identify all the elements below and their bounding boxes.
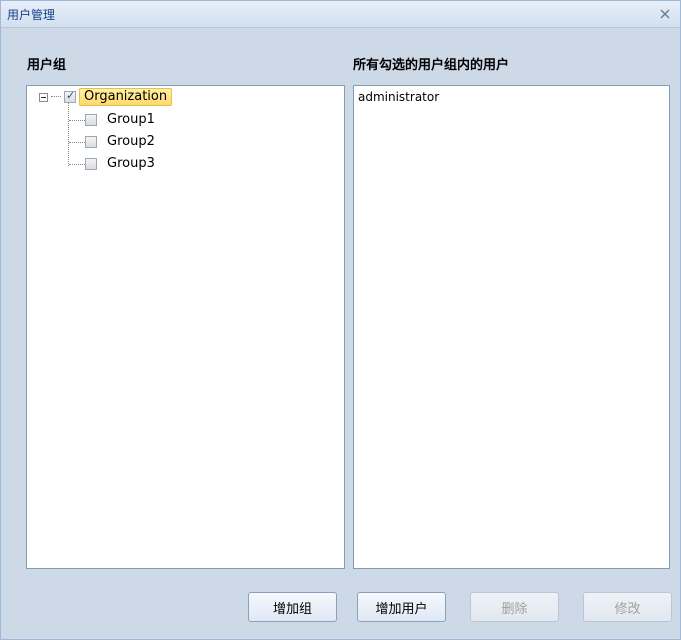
tree-node-label[interactable]: Group1 xyxy=(103,111,159,129)
group2-checkbox[interactable] xyxy=(85,136,97,148)
user-management-window: 用户管理 用户组 所有勾选的用户组内的用户 Organization Group… xyxy=(0,0,681,640)
tree-node-label[interactable]: Group3 xyxy=(103,155,159,173)
group1-checkbox[interactable] xyxy=(85,114,97,126)
tree-node-label[interactable]: Organization xyxy=(79,88,173,106)
close-button[interactable] xyxy=(656,5,674,23)
tree-connector xyxy=(69,120,85,121)
collapse-icon[interactable] xyxy=(39,92,48,102)
organization-checkbox[interactable] xyxy=(64,89,76,103)
tree-node-group3[interactable]: Group3 xyxy=(85,154,159,174)
tree-node-group1[interactable]: Group1 xyxy=(85,110,159,130)
title-bar: 用户管理 xyxy=(1,1,680,28)
user-group-label: 用户组 xyxy=(27,58,67,73)
tree-node-organization[interactable]: Organization xyxy=(39,87,173,107)
tree-node-group2[interactable]: Group2 xyxy=(85,132,159,152)
delete-button[interactable]: 删除 xyxy=(470,592,559,622)
tree-connector xyxy=(69,164,85,165)
list-item[interactable]: administrator xyxy=(358,90,439,104)
close-icon xyxy=(660,9,670,19)
add-user-button[interactable]: 增加用户 xyxy=(357,592,446,622)
tree-connector xyxy=(68,102,69,166)
group3-checkbox[interactable] xyxy=(85,158,97,170)
user-group-tree[interactable]: Organization Group1 Group2 Group3 xyxy=(26,85,345,569)
edit-button[interactable]: 修改 xyxy=(583,592,672,622)
window-title: 用户管理 xyxy=(7,8,56,22)
user-list[interactable]: administrator xyxy=(353,85,670,569)
users-in-checked-groups-label: 所有勾选的用户组内的用户 xyxy=(353,58,510,73)
tree-connector xyxy=(69,142,85,143)
tree-node-label[interactable]: Group2 xyxy=(103,133,159,151)
add-group-button[interactable]: 增加组 xyxy=(248,592,337,622)
